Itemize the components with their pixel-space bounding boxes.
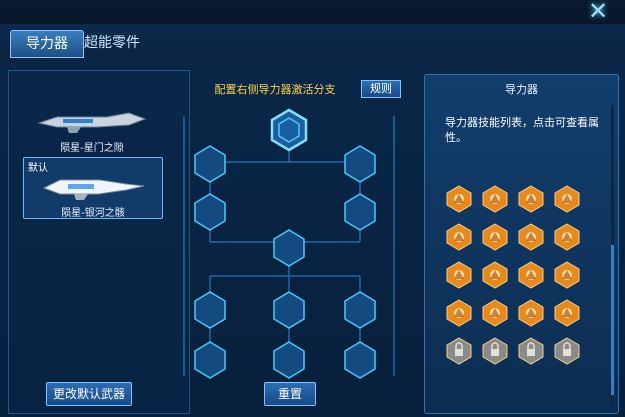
weapon-item-stargate[interactable]: 陨星-星门之隙: [23, 109, 161, 154]
skill-icon[interactable]: [445, 185, 473, 213]
default-badge: 默认: [28, 163, 48, 174]
branch-node: [273, 341, 305, 379]
locked-skill-icon[interactable]: [445, 337, 473, 365]
branch-node: [344, 193, 376, 231]
branch-node: [194, 193, 226, 231]
skill-icon[interactable]: [553, 299, 581, 327]
branch-node: [194, 291, 226, 329]
branch-node: [344, 341, 376, 379]
locked-skill-icon[interactable]: [481, 337, 509, 365]
skill-icon[interactable]: [445, 223, 473, 251]
locked-skill-icon[interactable]: [553, 337, 581, 365]
tab-bar: 导力器 超能零件: [0, 24, 625, 82]
guide-device-panel: 导力器 导力器技能列表，点击可查看属性。: [424, 74, 619, 414]
branch-node-root: [270, 108, 308, 152]
branch-node: [344, 291, 376, 329]
panel-description: 导力器技能列表，点击可查看属性。: [445, 116, 599, 144]
weapon-list: 陨星-星门之隙 默认 陨星-银河之骸: [8, 70, 190, 414]
panel-title: 导力器: [505, 83, 538, 96]
weapon-name: 陨星-银河之骸: [61, 208, 125, 219]
skill-icon[interactable]: [517, 185, 545, 213]
change-default-weapon-button[interactable]: 更改默认武器: [46, 382, 132, 406]
branch-node: [273, 229, 305, 267]
branch-node: [194, 341, 226, 379]
reset-button[interactable]: 重置: [264, 382, 316, 406]
skill-icon[interactable]: [481, 299, 509, 327]
locked-skill-icon[interactable]: [517, 337, 545, 365]
skill-icon[interactable]: [553, 223, 581, 251]
top-bar: ✕: [0, 0, 625, 24]
close-icon[interactable]: ✕: [585, 0, 611, 23]
branch-tree: [183, 108, 395, 379]
weapon-image: [38, 174, 148, 200]
weapon-name: 陨星-星门之隙: [60, 143, 124, 154]
skill-icon[interactable]: [553, 261, 581, 289]
branch-node: [344, 145, 376, 183]
branch-node: [194, 145, 226, 183]
skill-icon[interactable]: [517, 223, 545, 251]
skill-icon[interactable]: [553, 185, 581, 213]
skill-icon[interactable]: [517, 261, 545, 289]
skill-icon[interactable]: [481, 185, 509, 213]
tab-guide-device[interactable]: 导力器: [10, 30, 84, 58]
skill-icon[interactable]: [445, 299, 473, 327]
skill-icon[interactable]: [481, 261, 509, 289]
skill-icon[interactable]: [445, 261, 473, 289]
branch-node: [273, 291, 305, 329]
tab-super-parts[interactable]: 超能零件: [76, 30, 148, 56]
scrollbar-thumb[interactable]: [611, 245, 614, 395]
skill-icon[interactable]: [481, 223, 509, 251]
weapon-item-galaxy[interactable]: 默认 陨星-银河之骸: [23, 157, 163, 219]
skill-icon[interactable]: [517, 299, 545, 327]
weapon-image: [37, 109, 147, 135]
branch-config-title: 配置右侧导力器激活分支: [214, 83, 336, 96]
